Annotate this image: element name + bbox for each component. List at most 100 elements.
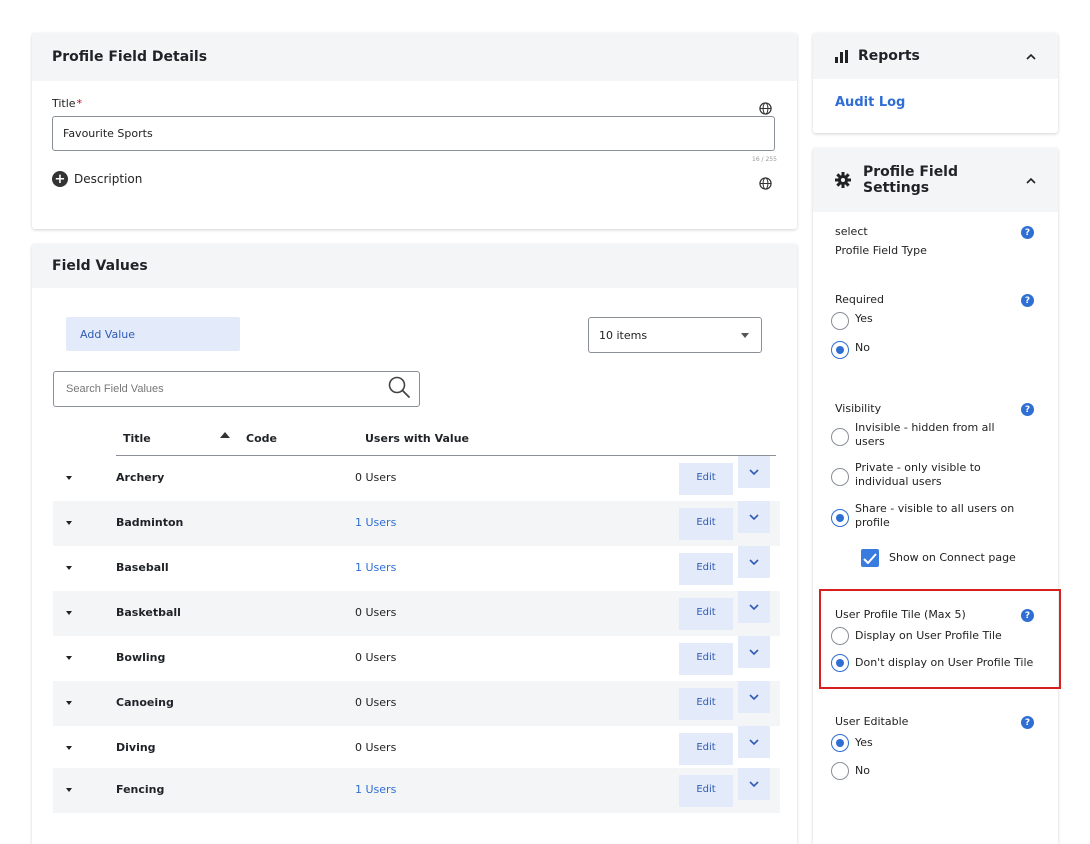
radio-button[interactable] (831, 762, 849, 780)
row-menu-button[interactable] (738, 501, 770, 533)
search-field-values[interactable] (53, 371, 420, 407)
page-size-select[interactable]: 10 items (588, 317, 762, 353)
bar-chart-icon (835, 49, 849, 63)
visibility-share-option[interactable]: Share - visible to all users on profile (831, 502, 1014, 530)
radio-button-selected[interactable] (831, 734, 849, 752)
radio-button[interactable] (831, 627, 849, 645)
row-menu-button[interactable] (738, 768, 770, 800)
expand-toggle-icon[interactable] (66, 521, 72, 525)
editable-no-option[interactable]: No (831, 762, 870, 780)
expand-toggle-icon[interactable] (66, 788, 72, 792)
edit-button[interactable]: Edit (679, 553, 733, 585)
checkmark-icon (863, 552, 877, 564)
required-yes-option[interactable]: Yes (831, 312, 873, 330)
help-icon[interactable]: ? (1021, 403, 1034, 416)
add-value-button[interactable]: Add Value (66, 317, 240, 351)
chevron-down-icon (749, 603, 759, 610)
editable-yes-option[interactable]: Yes (831, 734, 873, 752)
chevron-down-icon (741, 332, 749, 338)
edit-button[interactable]: Edit (679, 463, 733, 495)
chevron-down-icon (749, 780, 759, 787)
radio-button[interactable] (831, 312, 849, 330)
globe-icon[interactable] (759, 175, 772, 190)
edit-button[interactable]: Edit (679, 688, 733, 720)
edit-button[interactable]: Edit (679, 733, 733, 765)
expand-toggle-icon[interactable] (66, 656, 72, 660)
row-users-link[interactable]: 1 Users (355, 561, 396, 574)
reports-title: Reports (858, 48, 920, 64)
radio-label: No (855, 764, 870, 777)
tile-dont-display-option[interactable]: Don't display on User Profile Tile (831, 654, 1033, 672)
title-label-text: Title (52, 97, 76, 110)
description-label: Description (74, 172, 143, 186)
row-menu-button[interactable] (738, 726, 770, 758)
row-title: Canoeing (116, 696, 174, 709)
show-on-connect-option[interactable]: Show on Connect page (861, 549, 1016, 567)
visibility-invisible-option[interactable]: Invisible - hidden from all users (831, 421, 995, 449)
radio-label: Share - visible to all users on (855, 502, 1015, 515)
radio-button-selected[interactable] (831, 509, 849, 527)
row-title: Basketball (116, 606, 181, 619)
row-users-link[interactable]: 1 Users (355, 783, 396, 796)
search-input[interactable] (66, 383, 366, 395)
row-title: Badminton (116, 516, 184, 529)
user-editable-label: User Editable (835, 715, 909, 728)
column-title[interactable]: Title (123, 432, 151, 445)
chevron-down-icon (749, 738, 759, 745)
expand-toggle-icon[interactable] (66, 746, 72, 750)
table-row: Fencing 1 Users Edit (53, 768, 780, 813)
required-label: Required (835, 293, 884, 306)
table-row: Archery 0 Users Edit (53, 456, 780, 501)
profile-tile-label: User Profile Tile (Max 5) (835, 608, 966, 621)
row-menu-button[interactable] (738, 681, 770, 713)
radio-button-selected[interactable] (831, 654, 849, 672)
tile-display-option[interactable]: Display on User Profile Tile (831, 627, 1002, 645)
audit-log-link[interactable]: Audit Log (835, 95, 905, 110)
chevron-up-icon[interactable] (1026, 53, 1036, 60)
row-users: 0 Users (355, 651, 397, 664)
help-icon[interactable]: ? (1021, 294, 1034, 307)
help-icon[interactable]: ? (1021, 716, 1034, 729)
row-menu-button[interactable] (738, 546, 770, 578)
field-values-card: Field Values Add Value 10 items Title Co… (32, 244, 797, 844)
table-header: Title Code Users with Value (116, 422, 776, 456)
radio-button[interactable] (831, 428, 849, 446)
column-code[interactable]: Code (246, 432, 277, 445)
radio-label: No (855, 341, 870, 354)
sort-ascending-icon[interactable] (220, 432, 230, 438)
visibility-private-option[interactable]: Private - only visible to individual user… (831, 461, 981, 489)
expand-toggle-icon[interactable] (66, 611, 72, 615)
details-header: Profile Field Details (32, 33, 797, 81)
globe-icon[interactable] (759, 100, 772, 115)
row-users: 0 Users (355, 696, 397, 709)
checkbox-checked[interactable] (861, 549, 879, 567)
edit-button[interactable]: Edit (679, 598, 733, 630)
expand-toggle-icon[interactable] (66, 476, 72, 480)
radio-button-selected[interactable] (831, 341, 849, 359)
edit-button[interactable]: Edit (679, 775, 733, 807)
details-title: Profile Field Details (52, 49, 208, 65)
table-row: Diving 0 Users Edit (53, 726, 780, 771)
reports-header[interactable]: Reports (813, 33, 1058, 79)
row-users: 0 Users (355, 741, 397, 754)
settings-header[interactable]: Profile Field Settings (813, 148, 1058, 212)
table-row: Canoeing 0 Users Edit (53, 681, 780, 726)
row-menu-button[interactable] (738, 636, 770, 668)
help-icon[interactable]: ? (1021, 226, 1034, 239)
chevron-down-icon (749, 513, 759, 520)
search-icon[interactable] (387, 375, 411, 403)
title-input[interactable] (52, 116, 775, 151)
column-users[interactable]: Users with Value (365, 432, 469, 445)
row-users-link[interactable]: 1 Users (355, 516, 396, 529)
expand-toggle-icon[interactable] (66, 566, 72, 570)
help-icon[interactable]: ? (1021, 609, 1034, 622)
row-menu-button[interactable] (738, 456, 770, 488)
expand-toggle-icon[interactable] (66, 701, 72, 705)
add-description-button[interactable]: + Description (52, 171, 142, 187)
radio-button[interactable] (831, 468, 849, 486)
row-menu-button[interactable] (738, 591, 770, 623)
required-no-option[interactable]: No (831, 341, 870, 359)
chevron-up-icon[interactable] (1026, 177, 1036, 184)
edit-button[interactable]: Edit (679, 508, 733, 540)
edit-button[interactable]: Edit (679, 643, 733, 675)
